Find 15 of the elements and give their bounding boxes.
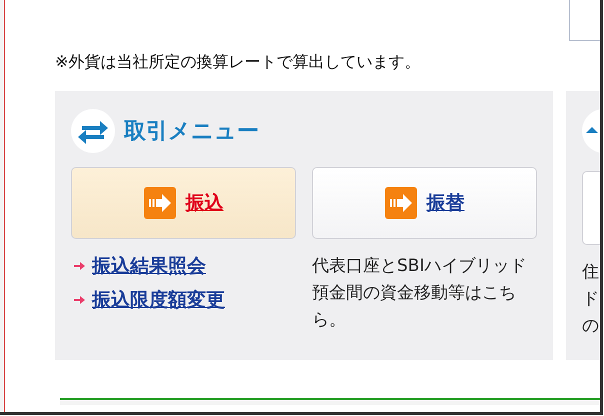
menu-link[interactable]: 振込結果照会 — [92, 253, 206, 279]
note-text: ※外貨は当社所定の換算レートで算出しています。 — [55, 52, 422, 73]
arrow-right-icon — [144, 187, 176, 219]
menu-button[interactable]: 振替 — [312, 167, 537, 239]
menu-title: 取引メニュー — [124, 118, 259, 146]
exchange-arrows-icon — [71, 109, 115, 153]
arrow-right-icon — [74, 261, 85, 271]
description-text: ド — [582, 288, 600, 311]
description-text: 住 — [582, 261, 600, 284]
arrow-right-icon — [74, 295, 85, 305]
menu-link[interactable]: 振込限度額変更 — [92, 287, 225, 313]
description-text: 代表口座とSBIハイブリッド預金間の資金移動等はこちら。 — [312, 255, 528, 332]
arrow-right-icon — [384, 187, 416, 219]
description-text: の — [582, 315, 600, 338]
menu-button[interactable]: 振込 — [71, 167, 296, 239]
